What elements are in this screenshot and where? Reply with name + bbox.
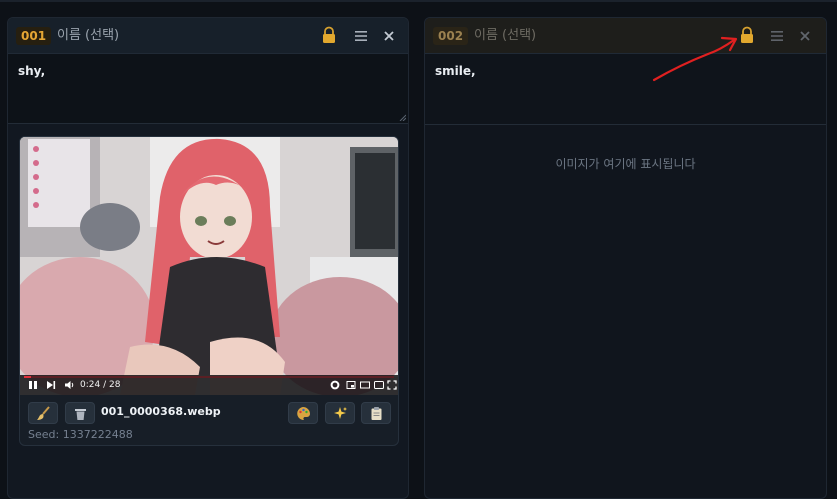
prompt-text: shy, bbox=[18, 64, 46, 78]
clipboard-icon bbox=[371, 407, 382, 420]
volume-icon[interactable] bbox=[64, 380, 75, 390]
close-icon[interactable] bbox=[383, 26, 403, 46]
prompt-textarea[interactable]: smile, bbox=[425, 54, 826, 125]
copy-metadata-button[interactable] bbox=[361, 402, 391, 424]
cast-icon[interactable] bbox=[374, 380, 384, 390]
video-controls: 0:24 / 28 bbox=[20, 375, 398, 395]
trash-icon bbox=[75, 409, 86, 420]
menu-icon[interactable] bbox=[770, 26, 790, 46]
enhance-button[interactable] bbox=[325, 402, 355, 424]
brush-icon bbox=[37, 406, 50, 420]
generated-image[interactable]: 0:24 / 28 bbox=[20, 137, 398, 395]
miniplayer-icon[interactable] bbox=[346, 380, 356, 390]
image-card: 0:24 / 28 001_0000368.webp Seed: 1337222… bbox=[19, 136, 399, 446]
name-label[interactable]: 이름 (선택) bbox=[57, 26, 119, 46]
sparkle-icon bbox=[334, 407, 347, 419]
brush-button[interactable] bbox=[28, 402, 58, 424]
seed-text: Seed: 1337222488 bbox=[28, 428, 133, 441]
video-time: 0:24 / 28 bbox=[80, 380, 121, 390]
pause-icon[interactable] bbox=[28, 380, 38, 390]
next-icon[interactable] bbox=[46, 380, 56, 390]
settings-gear-icon[interactable] bbox=[330, 380, 340, 390]
fullscreen-icon[interactable] bbox=[387, 380, 397, 390]
menu-icon[interactable] bbox=[354, 26, 374, 46]
anime-girl-illustration bbox=[20, 137, 398, 395]
lock-icon[interactable] bbox=[322, 26, 342, 46]
palette-icon bbox=[297, 407, 311, 421]
name-label[interactable]: 이름 (선택) bbox=[474, 26, 536, 46]
lock-icon[interactable] bbox=[740, 26, 760, 46]
panel-number-badge: 002 bbox=[433, 27, 469, 45]
resize-grip-icon[interactable] bbox=[399, 114, 406, 121]
theater-mode-icon[interactable] bbox=[360, 380, 370, 390]
top-divider bbox=[0, 0, 837, 2]
panel-number-badge: 001 bbox=[16, 27, 52, 45]
close-icon[interactable] bbox=[799, 26, 819, 46]
palette-button[interactable] bbox=[288, 402, 318, 424]
video-progress-bar[interactable] bbox=[24, 376, 394, 378]
panel-header: 001 이름 (선택) bbox=[8, 18, 408, 54]
panel-002: 002 이름 (선택) smile, 이미지가 여기에 표시됩니다 bbox=[424, 17, 827, 499]
prompt-text: smile, bbox=[435, 64, 476, 78]
panel-header: 002 이름 (선택) bbox=[425, 18, 826, 54]
image-filename: 001_0000368.webp bbox=[101, 405, 221, 418]
red-arrow-annotation bbox=[652, 36, 738, 82]
delete-button[interactable] bbox=[65, 402, 95, 424]
prompt-textarea[interactable]: shy, bbox=[8, 54, 408, 124]
image-placeholder: 이미지가 여기에 표시됩니다 bbox=[555, 157, 696, 171]
panel-001: 001 이름 (선택) shy, 0:24 / 28 001_0000368.w… bbox=[7, 17, 409, 499]
